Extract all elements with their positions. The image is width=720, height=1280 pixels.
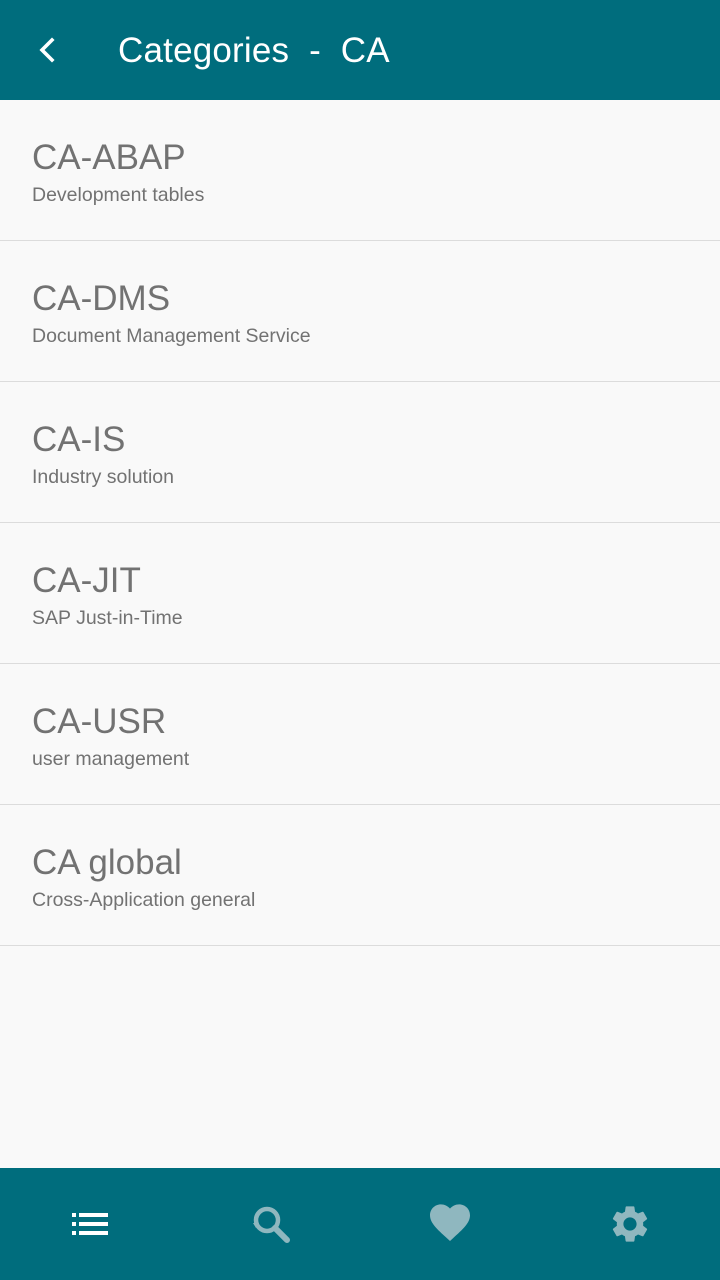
nav-list-button[interactable] <box>0 1168 180 1280</box>
nav-favorites-button[interactable] <box>360 1168 540 1280</box>
category-list: CA-ABAP Development tables CA-DMS Docume… <box>0 100 720 946</box>
list-item-ca-dms[interactable]: CA-DMS Document Management Service <box>0 241 720 382</box>
bottom-navigation <box>0 1168 720 1280</box>
item-code: CA-ABAP <box>32 138 186 177</box>
top-app-bar: Categories - CA <box>0 0 720 100</box>
list-item-ca-abap[interactable]: CA-ABAP Development tables <box>0 100 720 241</box>
item-description: Industry solution <box>32 466 174 488</box>
app-screen: Categories - CA CA-ABAP Development tabl… <box>0 0 720 1280</box>
item-description: SAP Just-in-Time <box>32 607 183 629</box>
gear-icon <box>612 1206 648 1242</box>
list-item-ca-is[interactable]: CA-IS Industry solution <box>0 382 720 523</box>
item-description: Document Management Service <box>32 325 311 347</box>
item-code: CA-USR <box>32 702 167 741</box>
item-description: Development tables <box>32 184 205 206</box>
item-code: CA-JIT <box>32 561 141 600</box>
back-button[interactable] <box>20 22 76 78</box>
item-description: user management <box>32 748 190 770</box>
chevron-left-icon <box>39 37 55 63</box>
item-code: CA-IS <box>32 420 126 459</box>
item-code: CA-DMS <box>32 279 171 318</box>
nav-settings-button[interactable] <box>540 1168 720 1280</box>
list-icon <box>72 1213 108 1235</box>
list-item-ca-jit[interactable]: CA-JIT SAP Just-in-Time <box>0 523 720 664</box>
page-title: Categories - CA <box>118 31 390 70</box>
list-item-ca-usr[interactable]: CA-USR user management <box>0 664 720 805</box>
list-item-ca-global[interactable]: CA global Cross-Application general <box>0 805 720 946</box>
heart-icon <box>430 1204 470 1241</box>
nav-search-button[interactable] <box>180 1168 360 1280</box>
search-icon <box>253 1206 290 1243</box>
item-code: CA global <box>32 843 182 882</box>
item-description: Cross-Application general <box>32 889 256 911</box>
